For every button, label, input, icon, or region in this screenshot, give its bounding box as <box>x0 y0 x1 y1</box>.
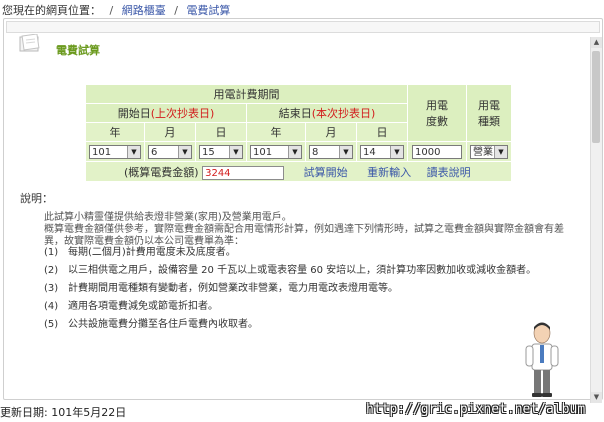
amount-row: (概算電費金額) 3244 試算開始 重新輸入 讀表說明 <box>85 161 512 182</box>
start-date-label: 開始日 <box>117 107 151 120</box>
start-year-value: 101 <box>92 146 112 158</box>
footer-updated: 更新日期: 101年5月22日 <box>0 406 127 419</box>
page-title: 電費試算 <box>56 44 100 57</box>
end-day-select[interactable]: 14 ▼ <box>360 144 404 159</box>
item-number: (1) <box>44 247 59 258</box>
item-text: 公共設施電費分攤至各住戶電費內收取者。 <box>68 319 258 330</box>
units-cell: 1000 <box>407 141 467 162</box>
item-number: (5) <box>44 319 59 330</box>
end-day-cell: 14 ▼ <box>356 141 408 162</box>
start-year-select[interactable]: 101 ▼ <box>89 144 141 159</box>
units-input[interactable]: 1000 <box>412 144 462 159</box>
chevron-down-icon[interactable]: ▼ <box>127 145 140 158</box>
breadcrumb-prefix: 您現在的網頁位置： <box>2 4 101 17</box>
units-header: 用電度數 <box>407 84 467 142</box>
list-item: (3) 計費期間用電種類有變動者，例如營業改非營業，電力用電改表燈用電等。 <box>44 282 564 295</box>
explain-list: (1) 每期(二個月)計費用電度未及底度者。 (2) 以三相供電之用戶，設備容量 2… <box>44 246 564 336</box>
watermark-url: http://gric.pixnet.net/album <box>366 402 586 417</box>
item-text: 計費期間用電種類有變動者，例如營業改非營業，電力用電改表燈用電等。 <box>68 283 398 294</box>
list-item: (1) 每期(二個月)計費用電度未及底度者。 <box>44 246 564 259</box>
explain-intro-line1: 此試算小精靈僅提供給表燈非營業(家用)及營業用電戶。 <box>44 212 292 223</box>
explain-intro-line2: 概算電費金額僅供參考，實際電費金額需配合用電情形計算，例如遇達下列情形時，試算之… <box>44 224 564 247</box>
item-text: 以三相供電之用戶，設備容量 20 千瓦以上或電表容量 60 安培以上，須計算功率… <box>68 265 537 276</box>
chevron-down-icon[interactable]: ▼ <box>288 145 301 158</box>
list-item: (2) 以三相供電之用戶，設備容量 20 千瓦以上或電表容量 60 安培以上，須計… <box>44 264 564 277</box>
breadcrumb-link-calculator[interactable]: 電費試算 <box>186 4 230 17</box>
item-number: (2) <box>44 265 59 276</box>
start-day-header: 日 <box>195 122 247 142</box>
mascot-figure <box>525 322 559 397</box>
reset-button[interactable]: 重新輸入 <box>367 166 411 179</box>
end-month-value: 8 <box>312 146 319 158</box>
end-month-header: 月 <box>305 122 357 142</box>
type-cell: 營業 ▼ <box>466 141 512 162</box>
end-date-hint: (本次抄表日) <box>311 107 376 120</box>
item-text: 適用各項電費減免或節電折扣者。 <box>68 301 218 312</box>
scroll-thumb[interactable] <box>592 51 600 143</box>
top-strip <box>6 21 600 33</box>
amount-field[interactable]: 3244 <box>202 165 285 180</box>
content-frame: ▲ ▼ <box>3 18 603 403</box>
start-month-cell: 6 ▼ <box>144 141 196 162</box>
amount-label: (概算電費金額) <box>124 165 199 179</box>
vertical-scrollbar[interactable]: ▲ ▼ <box>590 37 602 403</box>
item-number: (4) <box>44 301 59 312</box>
calculator-table: 用電計費期間 用電度數 用電種類 開始日(上次抄表日) 結束日(本次抄表日) 年… <box>85 84 512 182</box>
end-day-value: 14 <box>363 146 376 158</box>
type-select[interactable]: 營業 ▼ <box>470 144 508 159</box>
start-year-cell: 101 ▼ <box>85 141 145 162</box>
period-header: 用電計費期間 <box>85 84 408 104</box>
end-year-cell: 101 ▼ <box>246 141 306 162</box>
start-day-cell: 15 ▼ <box>195 141 247 162</box>
start-day-value: 15 <box>202 146 215 158</box>
start-date-hint: (上次抄表日) <box>150 107 215 120</box>
breadcrumb-link-counter[interactable]: 網路櫃臺 <box>122 4 166 17</box>
start-month-value: 6 <box>151 146 158 158</box>
type-header-label: 用電種類 <box>478 99 500 128</box>
chevron-down-icon[interactable]: ▼ <box>390 145 403 158</box>
item-number: (3) <box>44 283 59 294</box>
chevron-down-icon[interactable]: ▼ <box>178 145 191 158</box>
end-year-value: 101 <box>253 146 273 158</box>
start-date-header: 開始日(上次抄表日) <box>85 103 247 123</box>
breadcrumb-separator: / <box>109 4 114 17</box>
start-month-select[interactable]: 6 ▼ <box>148 144 192 159</box>
end-month-select[interactable]: 8 ▼ <box>309 144 353 159</box>
end-date-header: 結束日(本次抄表日) <box>246 103 408 123</box>
units-header-label: 用電度數 <box>426 99 448 128</box>
calculate-button[interactable]: 試算開始 <box>304 166 348 179</box>
chevron-down-icon[interactable]: ▼ <box>229 145 242 158</box>
end-date-label: 結束日 <box>278 107 312 120</box>
breadcrumb: 您現在的網頁位置： / 網路櫃臺 / 電費試算 <box>2 2 230 18</box>
start-month-header: 月 <box>144 122 196 142</box>
type-header: 用電種類 <box>466 84 512 142</box>
explain-intro: 此試算小精靈僅提供給表燈非營業(家用)及營業用電戶。 概算電費金額僅供參考，實際… <box>44 212 574 248</box>
chevron-down-icon[interactable]: ▼ <box>339 145 352 158</box>
start-year-header: 年 <box>85 122 145 142</box>
breadcrumb-separator: / <box>174 4 178 17</box>
explain-label: 說明： <box>20 192 53 205</box>
end-year-header: 年 <box>246 122 306 142</box>
end-month-cell: 8 ▼ <box>305 141 357 162</box>
list-item: (4) 適用各項電費減免或節電折扣者。 <box>44 300 564 313</box>
start-day-select[interactable]: 15 ▼ <box>199 144 243 159</box>
type-value: 營業 <box>473 146 493 158</box>
scroll-down-icon[interactable]: ▼ <box>591 392 602 403</box>
notepad-icon <box>19 34 40 52</box>
scroll-up-icon[interactable]: ▲ <box>591 37 602 48</box>
end-year-select[interactable]: 101 ▼ <box>250 144 302 159</box>
chevron-down-icon[interactable]: ▼ <box>494 145 507 158</box>
list-item: (5) 公共設施電費分攤至各住戶電費內收取者。 <box>44 318 564 331</box>
item-text: 每期(二個月)計費用電度未及底度者。 <box>68 247 236 258</box>
help-button[interactable]: 讀表說明 <box>427 166 471 179</box>
end-day-header: 日 <box>356 122 408 142</box>
